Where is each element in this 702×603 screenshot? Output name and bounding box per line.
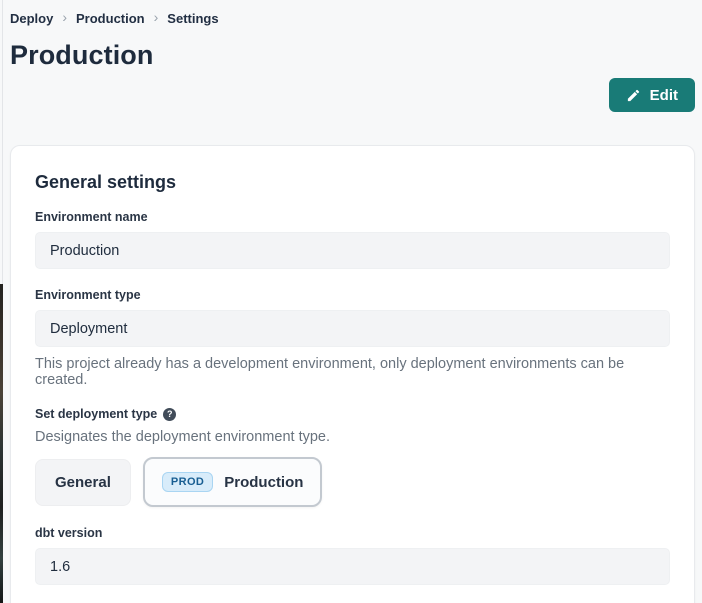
general-settings-card: General settings Environment name Enviro…: [10, 145, 695, 603]
environment-type-field: Environment type This project already ha…: [35, 288, 670, 388]
environment-type-label: Environment type: [35, 288, 670, 302]
dbt-version-input[interactable]: [35, 548, 670, 585]
chevron-right-icon: ›: [62, 9, 67, 25]
breadcrumb-deploy[interactable]: Deploy: [10, 11, 53, 26]
prod-badge: PROD: [162, 472, 213, 492]
deployment-type-general-button[interactable]: General: [35, 459, 131, 506]
pencil-icon: [626, 88, 641, 103]
action-row: Edit: [10, 78, 695, 112]
card-heading: General settings: [35, 172, 670, 193]
production-option-label: Production: [224, 474, 303, 491]
deployment-type-field: Set deployment type ? Designates the dep…: [35, 407, 670, 507]
general-option-label: General: [55, 474, 111, 491]
environment-name-input[interactable]: [35, 232, 670, 269]
deployment-type-label: Set deployment type ?: [35, 407, 670, 421]
environment-name-label: Environment name: [35, 210, 670, 224]
deployment-type-description: Designates the deployment environment ty…: [35, 429, 670, 445]
edit-button-label: Edit: [650, 87, 678, 104]
deployment-type-toggle: General PROD Production: [35, 457, 670, 507]
chevron-right-icon: ›: [154, 9, 159, 25]
deployment-type-label-text: Set deployment type: [35, 407, 157, 421]
dbt-version-field: dbt version: [35, 526, 670, 585]
environment-type-input[interactable]: [35, 310, 670, 347]
page-title: Production: [10, 40, 695, 71]
deployment-type-production-button[interactable]: PROD Production: [143, 457, 323, 507]
breadcrumb: Deploy › Production › Settings: [10, 0, 695, 26]
settings-page: Deploy › Production › Settings Productio…: [0, 0, 702, 603]
environment-name-field: Environment name: [35, 210, 670, 269]
breadcrumb-production[interactable]: Production: [76, 11, 145, 26]
edit-button[interactable]: Edit: [609, 78, 695, 112]
help-icon[interactable]: ?: [163, 408, 176, 421]
dbt-version-label: dbt version: [35, 526, 670, 540]
breadcrumb-settings: Settings: [167, 11, 218, 26]
environment-type-helper: This project already has a development e…: [35, 356, 670, 388]
